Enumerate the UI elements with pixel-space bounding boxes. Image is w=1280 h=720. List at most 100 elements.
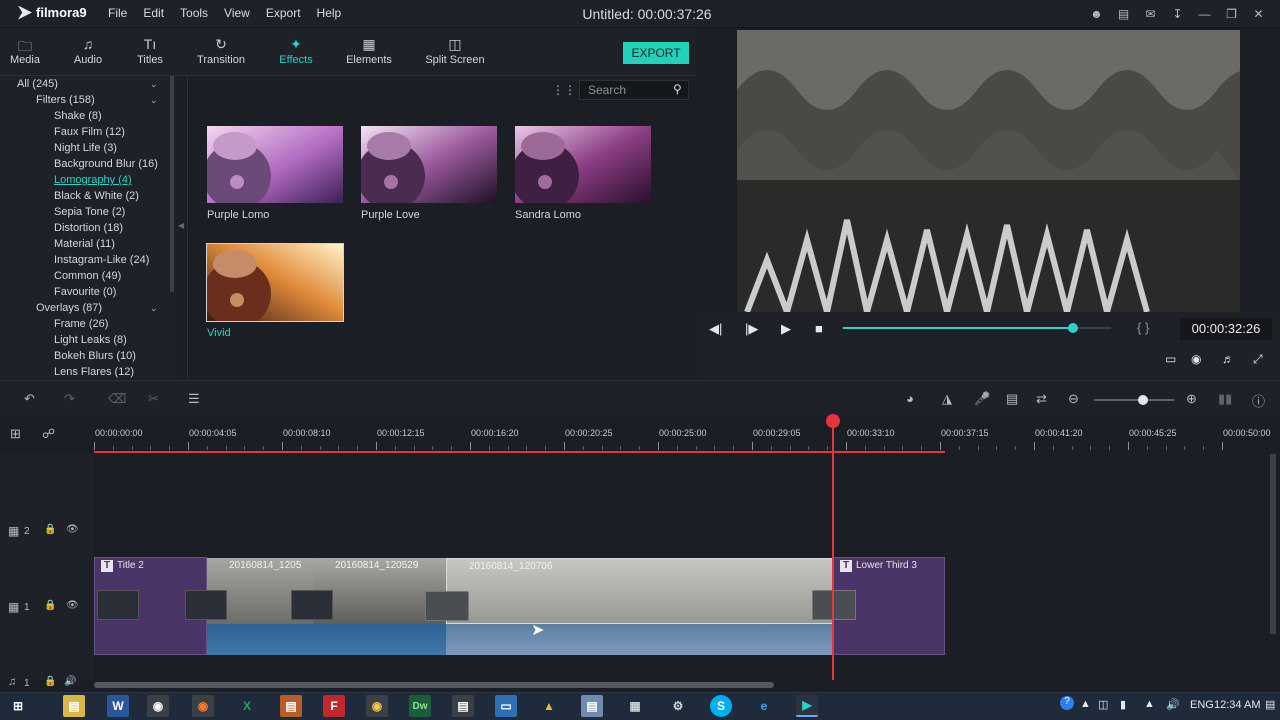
add-track-icon[interactable]: ⊞ bbox=[10, 426, 21, 442]
playhead[interactable] bbox=[832, 418, 834, 680]
library-item[interactable]: Distortion (18) bbox=[54, 222, 123, 234]
zoom-slider-knob[interactable] bbox=[1138, 395, 1148, 405]
help-tray-icon[interactable]: ? bbox=[1060, 696, 1074, 710]
notepad-icon[interactable]: ▤ bbox=[452, 695, 474, 717]
word-icon[interactable]: W bbox=[107, 695, 129, 717]
app-icon[interactable]: ▤ bbox=[581, 695, 603, 717]
transition-thumbnail[interactable] bbox=[185, 590, 227, 620]
export-button[interactable]: EXPORT bbox=[623, 42, 689, 64]
chevron-down-icon[interactable]: ⌄ bbox=[150, 303, 160, 313]
layout-icon[interactable]: ▮▮ bbox=[1218, 391, 1232, 407]
fit-timeline-icon[interactable]: ⇄ bbox=[1036, 391, 1047, 407]
play-icon[interactable]: ▶ bbox=[781, 321, 791, 337]
panel-splitter[interactable]: ◀ bbox=[176, 76, 188, 378]
library-item[interactable]: Background Blur (16) bbox=[54, 158, 158, 170]
title-clip-right[interactable]: T Lower Third 3 bbox=[812, 557, 945, 655]
library-item[interactable]: Light Leaks (8) bbox=[54, 334, 127, 346]
minimize-icon[interactable]: — bbox=[1191, 4, 1218, 24]
battery-icon[interactable]: ▮ bbox=[1120, 698, 1126, 711]
snapshot-icon[interactable]: ◉ bbox=[1191, 352, 1201, 366]
stop-icon[interactable]: ■ bbox=[815, 321, 823, 336]
grid-view-icon[interactable]: ⋮⋮⋮ bbox=[552, 83, 588, 97]
window-app-icon[interactable]: ▭ bbox=[495, 695, 517, 717]
video-preview[interactable] bbox=[737, 30, 1240, 312]
audio-waveform-clip-1[interactable] bbox=[207, 624, 446, 655]
eye-icon[interactable]: 👁 bbox=[66, 600, 79, 611]
library-item[interactable]: All (245) bbox=[17, 78, 58, 90]
speaker-icon[interactable]: 🔊 bbox=[64, 676, 76, 687]
library-item[interactable]: Filters (158) bbox=[36, 94, 95, 106]
internet-explorer-icon[interactable]: e bbox=[753, 695, 775, 717]
document-app-icon[interactable]: ▤ bbox=[280, 695, 302, 717]
library-item[interactable]: Overlays (87) bbox=[36, 302, 102, 314]
show-hidden-icons-icon[interactable]: ▲ bbox=[1080, 698, 1091, 710]
control-panel-icon[interactable]: ▦ bbox=[624, 695, 646, 717]
utility-icon[interactable]: ⚙ bbox=[667, 695, 689, 717]
firefox-icon[interactable]: ◉ bbox=[192, 695, 214, 717]
play-frame-icon[interactable]: |▶ bbox=[745, 321, 758, 337]
chevron-down-icon[interactable]: ⌄ bbox=[150, 79, 160, 89]
tab-media[interactable]: 🗀 Media bbox=[8, 36, 42, 66]
library-item[interactable]: Material (11) bbox=[54, 238, 115, 250]
library-item[interactable]: Favourite (0) bbox=[54, 286, 116, 298]
cut-icon[interactable]: ✂ bbox=[148, 391, 159, 407]
search-icon[interactable]: ⚲ bbox=[673, 82, 682, 96]
library-item[interactable]: Night Life (3) bbox=[54, 142, 117, 154]
chrome-icon[interactable]: ◉ bbox=[147, 695, 169, 717]
language-indicator[interactable]: ENG bbox=[1190, 699, 1214, 711]
undo-icon[interactable]: ↶ bbox=[24, 391, 35, 407]
display-settings-icon[interactable]: ▭ bbox=[1165, 352, 1176, 366]
volume-icon[interactable]: ♬ bbox=[1222, 352, 1234, 366]
playhead-handle[interactable] bbox=[826, 414, 840, 428]
zoom-out-icon[interactable]: ⊖ bbox=[1068, 391, 1079, 407]
close-icon[interactable]: ✕ bbox=[1245, 4, 1272, 24]
audio-waveform-clip-2[interactable] bbox=[446, 624, 833, 655]
effect-thumb-purple-lomo[interactable] bbox=[207, 126, 343, 203]
eye-icon[interactable]: 👁 bbox=[66, 524, 79, 535]
mail-icon[interactable]: ✉ bbox=[1137, 4, 1164, 24]
tab-effects[interactable]: ✦ Effects bbox=[276, 36, 316, 66]
tree-scrollbar[interactable] bbox=[170, 76, 174, 292]
timeline-hscroll-thumb[interactable] bbox=[94, 682, 774, 688]
lock-icon[interactable]: 🔒 bbox=[44, 600, 56, 611]
tab-audio[interactable]: ♫ Audio bbox=[70, 36, 106, 66]
clock[interactable]: 12:34 AM bbox=[1214, 699, 1260, 711]
timeline-vscroll[interactable] bbox=[1270, 454, 1276, 634]
library-item[interactable]: Bokeh Blurs (10) bbox=[54, 350, 136, 362]
restore-icon[interactable]: ❐ bbox=[1218, 4, 1245, 24]
browser-icon[interactable]: ◉ bbox=[366, 695, 388, 717]
zoom-slider[interactable] bbox=[1094, 395, 1174, 405]
download-icon[interactable]: ↧ bbox=[1164, 4, 1191, 24]
effect-thumb-vivid[interactable] bbox=[206, 243, 344, 322]
audio-mixer-icon[interactable]: ▤ bbox=[1006, 391, 1018, 407]
render-preview-icon[interactable]: ◕ bbox=[906, 391, 914, 406]
help-icon[interactable]: ⓘ bbox=[1252, 391, 1265, 410]
library-item[interactable]: Common (49) bbox=[54, 270, 121, 282]
lock-icon[interactable]: 🔒 bbox=[44, 676, 56, 687]
vlc-icon[interactable]: ▲ bbox=[538, 695, 560, 717]
previous-frame-icon[interactable]: ◀| bbox=[709, 321, 722, 337]
playback-progress-track[interactable] bbox=[843, 323, 1111, 333]
effect-thumb-sandra-lomo[interactable] bbox=[515, 126, 651, 203]
library-item[interactable]: Lomography (4) bbox=[54, 174, 132, 186]
transition-thumbnail[interactable] bbox=[291, 590, 333, 620]
playback-progress-knob[interactable] bbox=[1068, 323, 1079, 333]
fullscreen-icon[interactable]: ⤢ bbox=[1253, 352, 1263, 367]
skype-icon[interactable]: S bbox=[710, 695, 732, 717]
voiceover-icon[interactable]: 🎤 bbox=[974, 391, 990, 407]
notifications-icon[interactable]: ▤ bbox=[1265, 698, 1275, 711]
library-item[interactable]: Instagram-Like (24) bbox=[54, 254, 149, 266]
tab-elements[interactable]: ▦ Elements bbox=[344, 36, 394, 66]
library-item[interactable]: Sepia Tone (2) bbox=[54, 206, 125, 218]
delete-icon[interactable]: ⌫ bbox=[108, 391, 126, 407]
excel-icon[interactable]: X bbox=[236, 695, 258, 717]
effect-thumb-purple-love[interactable] bbox=[361, 126, 497, 203]
transition-thumbnail[interactable] bbox=[425, 591, 469, 621]
volume-tray-icon[interactable]: 🔊 bbox=[1166, 698, 1180, 711]
lock-icon[interactable]: 🔒 bbox=[44, 524, 56, 535]
file-explorer-icon[interactable]: ▤ bbox=[63, 695, 85, 717]
save-icon[interactable]: ▤ bbox=[1110, 4, 1137, 24]
mark-in-out-icon[interactable]: { } bbox=[1137, 320, 1149, 335]
network-icon[interactable]: ▲ bbox=[1144, 698, 1155, 710]
zoom-in-icon[interactable]: ⊕ bbox=[1186, 391, 1197, 407]
